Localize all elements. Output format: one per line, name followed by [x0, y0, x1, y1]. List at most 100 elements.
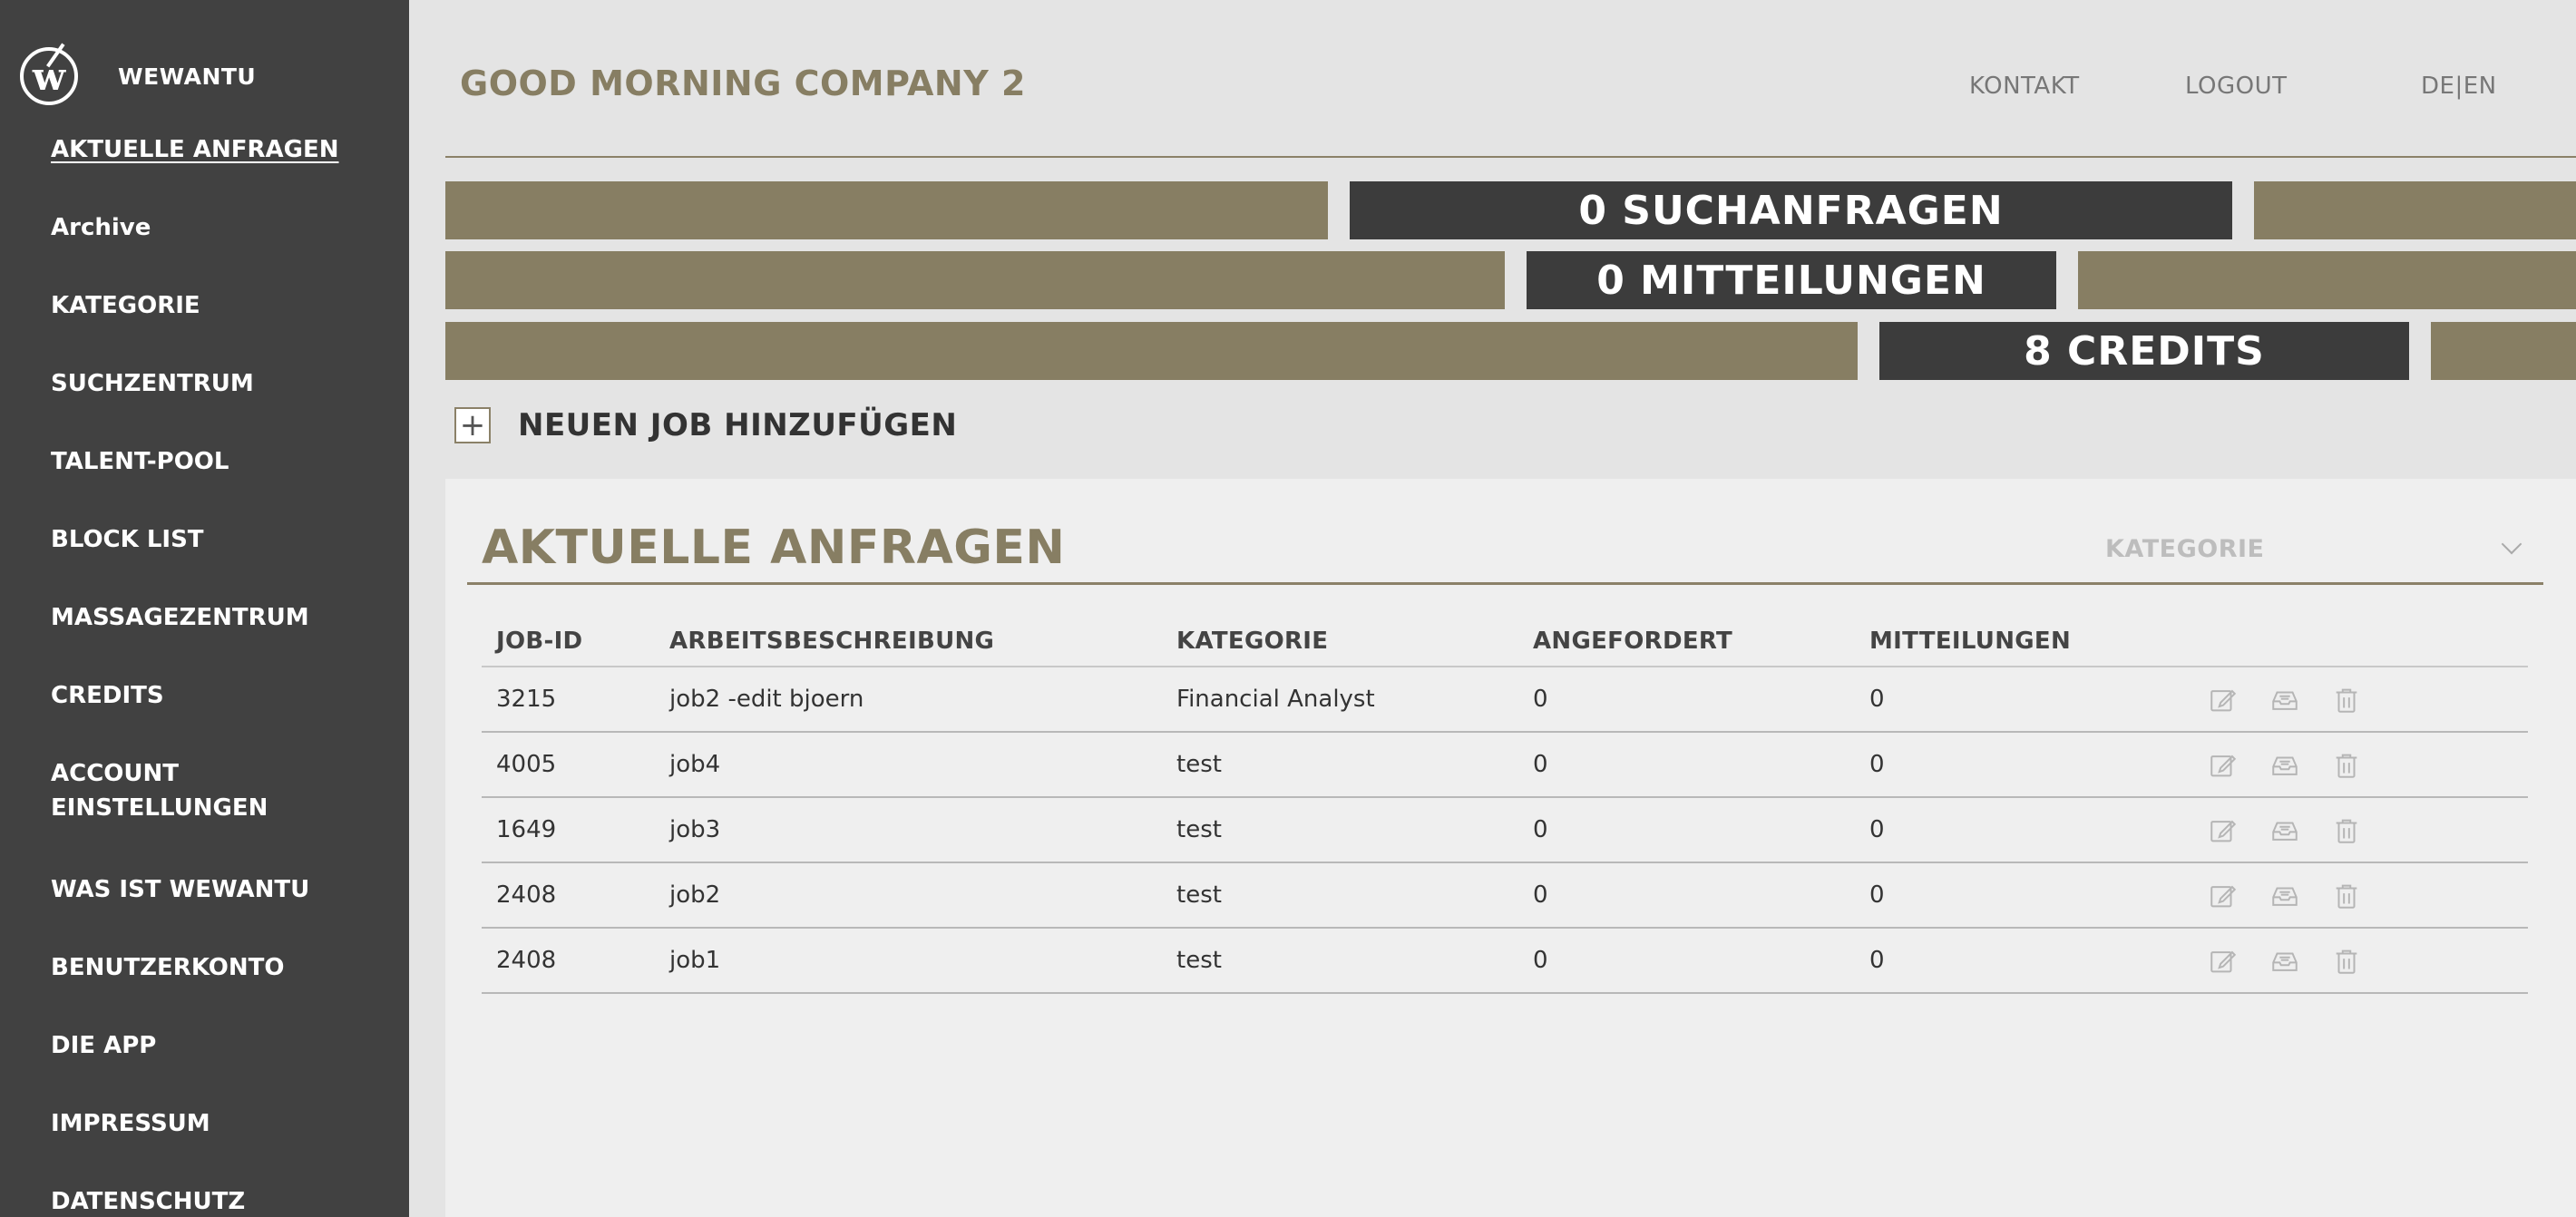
job-id-cell: 2408	[496, 947, 557, 974]
category-select-label: KATEGORIE	[2105, 534, 2265, 563]
category-cell: test	[1176, 816, 1222, 843]
header-divider	[445, 156, 2576, 158]
sidebar-item-aktuelle-anfragen[interactable]: AKTUELLE ANFRAGEN	[51, 132, 395, 167]
credits-counter[interactable]: 8 CREDITS	[1879, 322, 2409, 380]
sidebar-item-kategorie[interactable]: KATEGORIE	[51, 288, 395, 323]
job-id-cell: 2408	[496, 881, 557, 909]
logo-letter: w	[32, 54, 66, 99]
edit-icon[interactable]	[2205, 749, 2241, 782]
job-id-cell: 4005	[496, 751, 557, 778]
job-id-cell: 3215	[496, 686, 557, 713]
column-header-job-id[interactable]: JOB-ID	[496, 628, 582, 655]
trash-icon[interactable]	[2328, 880, 2365, 912]
table-header: JOB-ID ARBEITSBESCHREIBUNG KATEGORIE ANG…	[482, 617, 2528, 667]
sidebar-item-account-einstellungen[interactable]: ACCOUNT EINSTELLUNGEN	[51, 756, 268, 825]
inbox-icon[interactable]	[2267, 749, 2303, 782]
sidebar: w WEWANTU AKTUELLE ANFRAGEN Archive KATE…	[0, 0, 409, 1217]
messages-cell: 0	[1869, 686, 1885, 713]
messages-cell: 0	[1869, 947, 1885, 974]
sidebar-item-datenschutz[interactable]: DATENSCHUTZ	[51, 1184, 395, 1217]
description-cell: job3	[669, 816, 721, 843]
sidebar-nav: AKTUELLE ANFRAGEN Archive KATEGORIE SUCH…	[51, 132, 395, 1217]
category-cell: test	[1176, 947, 1222, 974]
add-job-label: NEUEN JOB HINZUFÜGEN	[518, 407, 958, 443]
table-row[interactable]: 2408 job1 test 0 0	[482, 929, 2528, 994]
messages-cell: 0	[1869, 751, 1885, 778]
table-row[interactable]: 3215 job2 -edit bjoern Financial Analyst 0 0	[482, 667, 2528, 733]
sidebar-item-talent-pool[interactable]: TALENT-POOL	[51, 444, 395, 479]
sidebar-item-suchzentrum[interactable]: SUCHZENTRUM	[51, 366, 395, 401]
category-cell: Financial Analyst	[1176, 686, 1375, 713]
plus-icon: +	[454, 407, 491, 443]
stat-strip-left	[445, 181, 1328, 239]
inbox-icon[interactable]	[2267, 880, 2303, 912]
main-content: GOOD MORNING COMPANY 2 KONTAKT LOGOUT DE…	[409, 0, 2576, 1217]
category-cell: test	[1176, 881, 1222, 909]
messages-cell: 0	[1869, 881, 1885, 909]
column-header-kategorie[interactable]: KATEGORIE	[1176, 628, 1328, 655]
column-header-angefordert[interactable]: ANGEFORDERT	[1533, 628, 1732, 655]
jobs-table: JOB-ID ARBEITSBESCHREIBUNG KATEGORIE ANG…	[482, 617, 2528, 994]
edit-icon[interactable]	[2205, 684, 2241, 716]
stat-strip-right	[2078, 251, 2576, 309]
panel-divider	[467, 582, 2543, 585]
trash-icon[interactable]	[2328, 945, 2365, 978]
sidebar-item-was-ist-wewantu[interactable]: WAS IST WEWANTU	[51, 872, 395, 907]
add-job-button[interactable]: + NEUEN JOB HINZUFÜGEN	[454, 407, 957, 443]
sidebar-item-massagezentrum[interactable]: MASSAGEZENTRUM	[51, 600, 395, 635]
wewantu-logo: w	[20, 47, 78, 105]
requested-cell: 0	[1533, 816, 1548, 843]
category-cell: test	[1176, 751, 1222, 778]
trash-icon[interactable]	[2328, 684, 2365, 716]
stat-strip-right	[2254, 181, 2576, 239]
logout-link[interactable]: LOGOUT	[2185, 73, 2288, 100]
requested-cell: 0	[1533, 686, 1548, 713]
sidebar-item-die-app[interactable]: DIE APP	[51, 1028, 395, 1063]
inbox-icon[interactable]	[2267, 945, 2303, 978]
row-actions	[2205, 880, 2365, 912]
description-cell: job2 -edit bjoern	[669, 686, 864, 713]
brand[interactable]: w WEWANTU	[20, 42, 256, 111]
requests-panel: AKTUELLE ANFRAGEN KATEGORIE JOB-ID ARBEI…	[445, 479, 2576, 1217]
language-switch[interactable]: DE|EN	[2421, 73, 2497, 100]
edit-icon[interactable]	[2205, 880, 2241, 912]
messages-cell: 0	[1869, 816, 1885, 843]
requested-cell: 0	[1533, 881, 1548, 909]
edit-icon[interactable]	[2205, 814, 2241, 847]
edit-icon[interactable]	[2205, 945, 2241, 978]
inbox-icon[interactable]	[2267, 814, 2303, 847]
requested-cell: 0	[1533, 751, 1548, 778]
category-select[interactable]: KATEGORIE	[2105, 526, 2532, 571]
job-id-cell: 1649	[496, 816, 557, 843]
trash-icon[interactable]	[2328, 749, 2365, 782]
kontakt-link[interactable]: KONTAKT	[1969, 73, 2080, 100]
row-actions	[2205, 945, 2365, 978]
company-name: GOOD MORNING COMPANY 2	[460, 63, 1026, 103]
inbox-icon[interactable]	[2267, 684, 2303, 716]
sidebar-item-credits[interactable]: CREDITS	[51, 678, 395, 713]
table-row[interactable]: 1649 job3 test 0 0	[482, 798, 2528, 863]
table-row[interactable]: 2408 job2 test 0 0	[482, 863, 2528, 929]
stat-strip-left	[445, 322, 1858, 380]
stat-strip-left	[445, 251, 1505, 309]
row-actions	[2205, 749, 2365, 782]
table-row[interactable]: 4005 job4 test 0 0	[482, 733, 2528, 798]
description-cell: job2	[669, 881, 721, 909]
description-cell: job1	[669, 947, 721, 974]
sidebar-item-archive[interactable]: Archive	[51, 210, 395, 245]
brand-name: WEWANTU	[118, 63, 257, 90]
trash-icon[interactable]	[2328, 814, 2365, 847]
column-header-arbeitsbeschreibung[interactable]: ARBEITSBESCHREIBUNG	[669, 628, 994, 655]
table-body: 3215 job2 -edit bjoern Financial Analyst 0 0…	[482, 667, 2528, 994]
description-cell: job4	[669, 751, 721, 778]
stat-strip-right	[2431, 322, 2576, 380]
chevron-down-icon	[2501, 533, 2522, 555]
mitteilungen-counter[interactable]: 0 MITTEILUNGEN	[1527, 251, 2056, 309]
sidebar-item-benutzerkonto[interactable]: BENUTZERKONTO	[51, 950, 395, 985]
suchanfragen-counter[interactable]: 0 SUCHANFRAGEN	[1350, 181, 2232, 239]
requested-cell: 0	[1533, 947, 1548, 974]
column-header-mitteilungen[interactable]: MITTEILUNGEN	[1869, 628, 2071, 655]
row-actions	[2205, 814, 2365, 847]
sidebar-item-block-list[interactable]: BLOCK LIST	[51, 522, 395, 557]
sidebar-item-impressum[interactable]: IMPRESSUM	[51, 1106, 395, 1141]
